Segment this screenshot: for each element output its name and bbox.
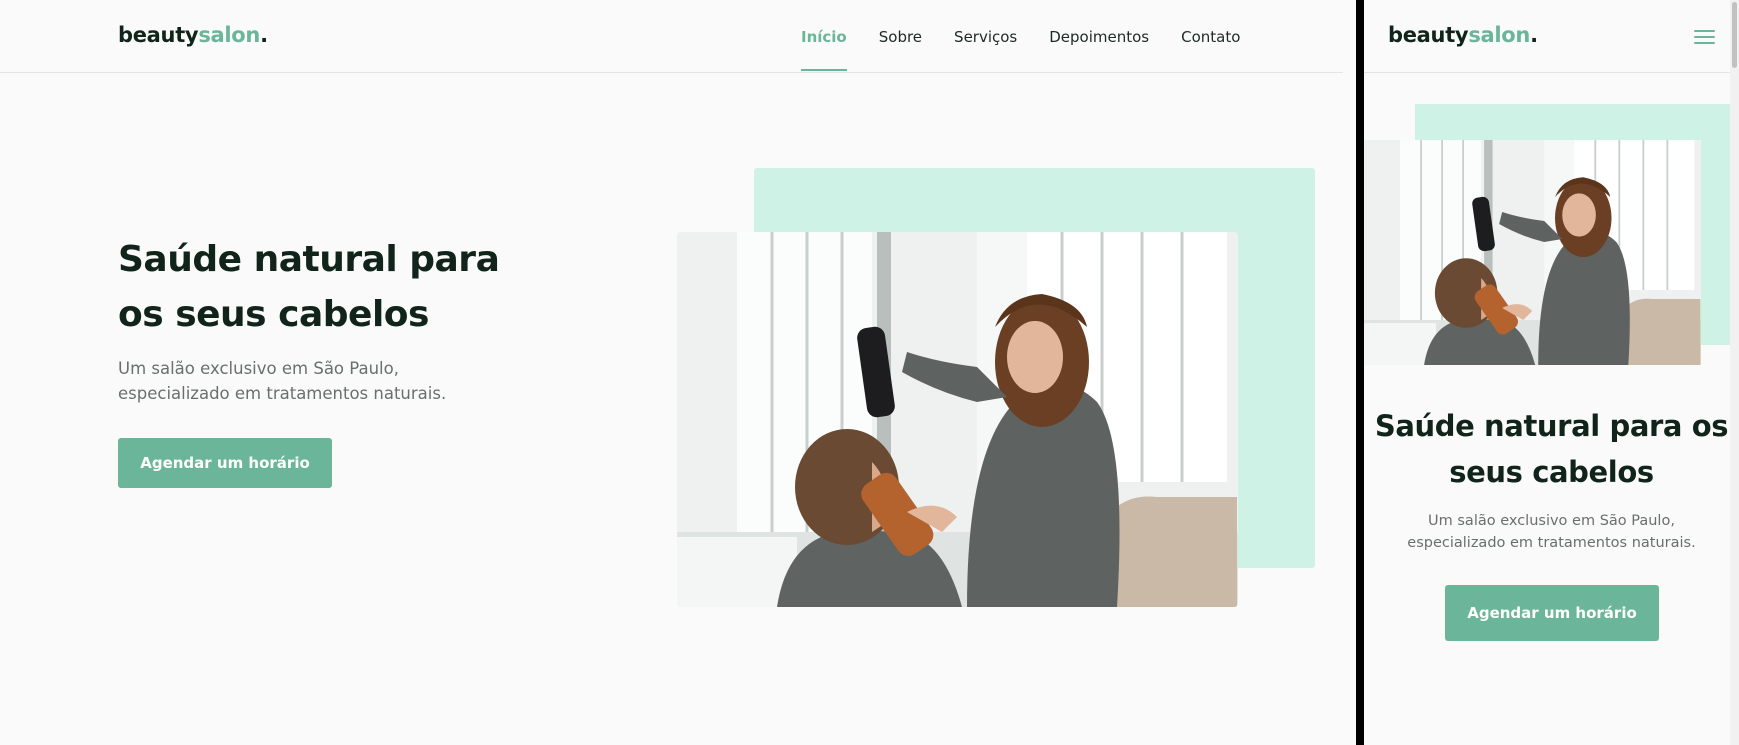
mobile-scrollbar[interactable]	[1730, 0, 1739, 745]
mobile-hero-title: Saúde natural para os seus cabelos	[1374, 409, 1729, 489]
logo-text: beauty	[118, 23, 199, 47]
menu-line	[1694, 36, 1715, 38]
hamburger-menu-icon[interactable]	[1694, 28, 1715, 44]
hero-photo	[677, 232, 1238, 607]
logo-dot: .	[1530, 23, 1538, 47]
nav-item-depoimentos[interactable]: Depoimentos	[1049, 0, 1149, 73]
mobile-hero-subtitle: Um salão exclusivo em São Paulo, especia…	[1407, 513, 1696, 551]
nav-item-inicio[interactable]: Início	[801, 0, 847, 73]
page: beautysalon. Início Sobre Serviços Depoi…	[0, 0, 1739, 745]
mobile-book-appointment-button[interactable]: Agendar um horário	[1445, 585, 1659, 641]
hero-subtitle: Um salão exclusivo em São Paulo, especia…	[118, 359, 447, 403]
mobile-hero-photo	[1364, 140, 1701, 365]
viewport-divider	[1356, 0, 1364, 745]
menu-line	[1694, 42, 1715, 44]
nav-item-sobre[interactable]: Sobre	[879, 0, 922, 73]
logo-dot: .	[260, 23, 268, 47]
logo-accent-text: salon	[198, 23, 261, 47]
desktop-viewport: beautysalon. Início Sobre Serviços Depoi…	[0, 0, 1343, 745]
nav-item-servicos[interactable]: Serviços	[954, 0, 1017, 73]
menu-line	[1694, 30, 1715, 32]
site-header: beautysalon. Início Sobre Serviços Depoi…	[0, 0, 1343, 73]
logo-text: beauty	[1388, 23, 1469, 47]
mobile-header: beautysalon.	[1364, 0, 1739, 73]
hero-title: Saúde natural para os seus cabelos	[118, 239, 500, 335]
nav-item-contato[interactable]: Contato	[1181, 0, 1240, 73]
salon-photo-illustration	[677, 232, 1238, 607]
mobile-viewport: beautysalon. Saúde natural para os seus …	[1364, 0, 1739, 745]
book-appointment-button[interactable]: Agendar um horário	[118, 438, 332, 488]
mobile-scrollbar-thumb[interactable]	[1732, 2, 1737, 68]
logo-accent-text: salon	[1468, 23, 1531, 47]
main-nav: Início Sobre Serviços Depoimentos Contat…	[801, 0, 1272, 73]
salon-photo-illustration	[1364, 140, 1701, 365]
site-logo[interactable]: beautysalon.	[118, 23, 268, 47]
mobile-logo[interactable]: beautysalon.	[1388, 23, 1538, 47]
